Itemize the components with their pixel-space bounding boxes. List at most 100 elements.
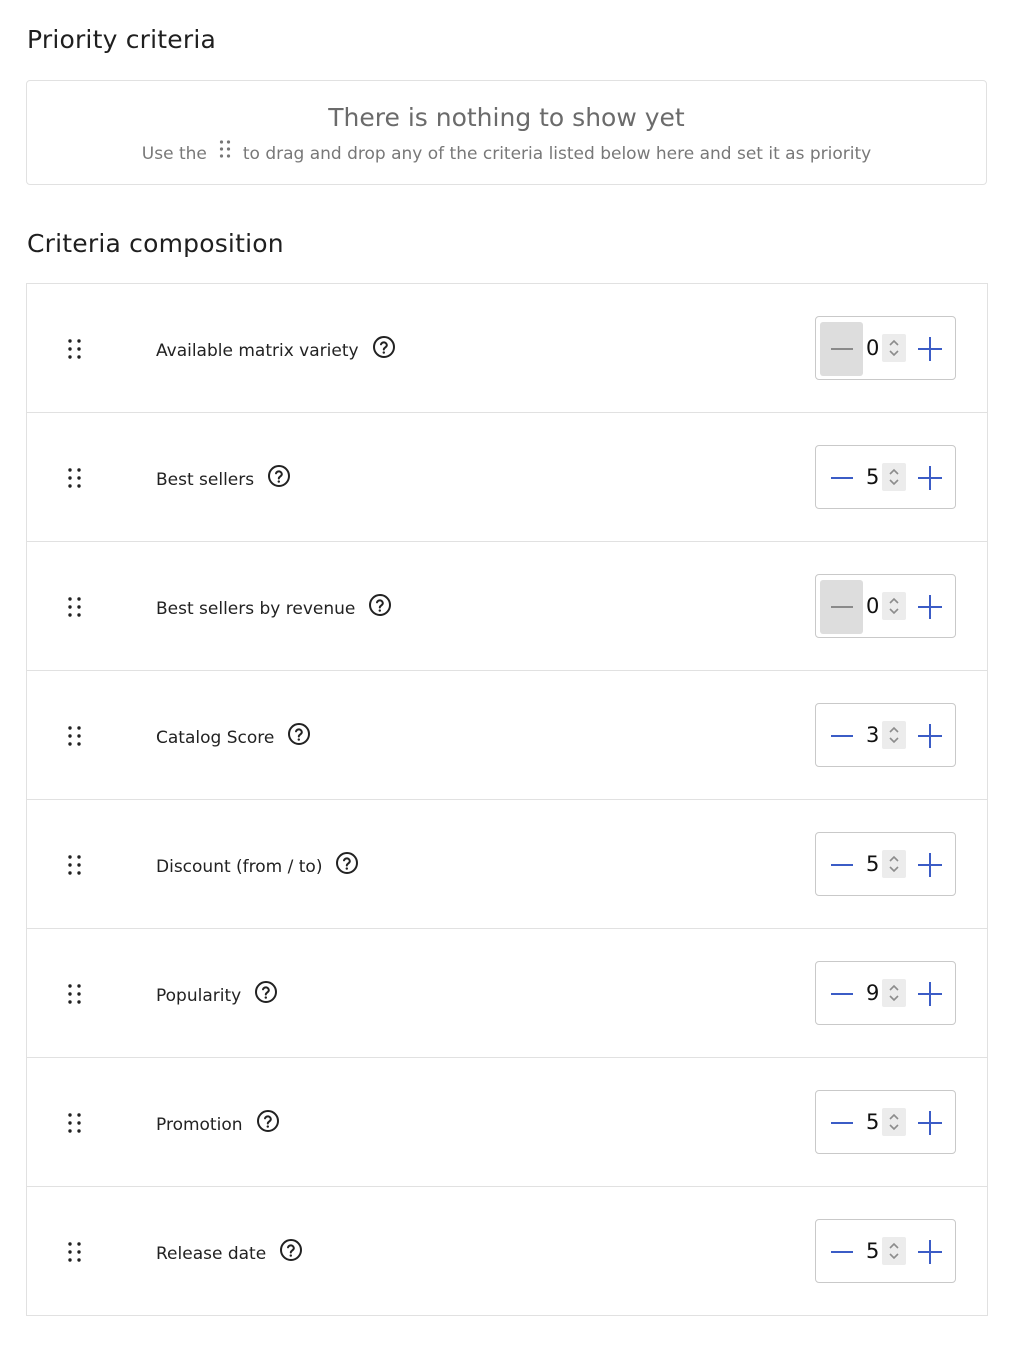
quantity-stepper: 5 bbox=[815, 832, 956, 896]
criteria-label-group: Discount (from / to) bbox=[156, 852, 359, 881]
criteria-label: Discount (from / to) bbox=[156, 856, 323, 877]
decrement-button[interactable] bbox=[820, 1225, 863, 1279]
question-circle-icon[interactable] bbox=[287, 722, 311, 751]
plus-icon bbox=[917, 1111, 942, 1135]
minus-icon bbox=[830, 1251, 853, 1253]
decrement-button[interactable] bbox=[820, 709, 863, 763]
criteria-label-group: Best sellers by revenue bbox=[156, 594, 392, 623]
stepper-value-input[interactable]: 0 bbox=[866, 594, 879, 618]
stepper-value-input[interactable]: 5 bbox=[866, 1239, 879, 1263]
criteria-row: Available matrix variety 0 bbox=[27, 284, 987, 413]
question-circle-icon[interactable] bbox=[372, 335, 396, 364]
priority-criteria-title: Priority criteria bbox=[27, 25, 217, 54]
quantity-stepper: 5 bbox=[815, 1219, 956, 1283]
drag-handle-icon[interactable] bbox=[65, 466, 85, 490]
spin-arrows-icon[interactable] bbox=[882, 979, 906, 1007]
criteria-label: Best sellers bbox=[156, 469, 255, 490]
drag-handle-icon[interactable] bbox=[65, 337, 85, 361]
question-circle-icon[interactable] bbox=[335, 851, 359, 880]
question-circle-icon[interactable] bbox=[267, 464, 291, 493]
stepper-value-input[interactable]: 3 bbox=[866, 723, 879, 747]
minus-icon bbox=[830, 348, 853, 350]
drag-handle-icon bbox=[219, 139, 231, 164]
plus-icon bbox=[917, 466, 942, 490]
question-circle-icon[interactable] bbox=[368, 593, 392, 622]
increment-button[interactable] bbox=[908, 709, 951, 763]
plus-icon bbox=[917, 1240, 942, 1264]
quantity-stepper: 0 bbox=[815, 316, 956, 380]
quantity-stepper: 5 bbox=[815, 1090, 956, 1154]
stepper-value-input[interactable]: 5 bbox=[866, 852, 879, 876]
decrement-button[interactable] bbox=[820, 1096, 863, 1150]
criteria-label: Best sellers by revenue bbox=[156, 598, 356, 619]
minus-icon bbox=[830, 1122, 853, 1124]
decrement-button[interactable] bbox=[820, 838, 863, 892]
criteria-label: Catalog Score bbox=[156, 727, 275, 748]
spin-arrows-icon[interactable] bbox=[882, 334, 906, 362]
spin-arrows-icon[interactable] bbox=[882, 721, 906, 749]
criteria-label: Available matrix variety bbox=[156, 340, 359, 361]
plus-icon bbox=[917, 724, 942, 748]
decrement-button[interactable] bbox=[820, 967, 863, 1021]
plus-icon bbox=[917, 595, 942, 619]
decrement-button[interactable] bbox=[820, 451, 863, 505]
criteria-label: Release date bbox=[156, 1243, 267, 1264]
quantity-stepper: 0 bbox=[815, 574, 956, 638]
minus-icon bbox=[830, 864, 853, 866]
drag-handle-icon[interactable] bbox=[65, 853, 85, 877]
stepper-value-input[interactable]: 0 bbox=[866, 336, 879, 360]
hint-suffix: to drag and drop any of the criteria lis… bbox=[242, 143, 872, 164]
criteria-label-group: Available matrix variety bbox=[156, 336, 396, 365]
quantity-stepper: 3 bbox=[815, 703, 956, 767]
decrement-button[interactable] bbox=[820, 322, 863, 376]
spin-arrows-icon[interactable] bbox=[882, 463, 906, 491]
plus-icon bbox=[917, 853, 942, 877]
criteria-label-group: Release date bbox=[156, 1239, 303, 1268]
empty-state-hint: Use the to drag and drop any of the crit… bbox=[27, 139, 986, 166]
hint-prefix: Use the bbox=[141, 143, 207, 164]
increment-button[interactable] bbox=[908, 322, 951, 376]
criteria-label-group: Popularity bbox=[156, 981, 278, 1010]
criteria-label-group: Best sellers bbox=[156, 465, 291, 494]
drag-handle-icon[interactable] bbox=[65, 1111, 85, 1135]
stepper-value-input[interactable]: 5 bbox=[866, 1110, 879, 1134]
criteria-list: Available matrix variety 0 Best sellers … bbox=[26, 283, 988, 1316]
spin-arrows-icon[interactable] bbox=[882, 592, 906, 620]
increment-button[interactable] bbox=[908, 838, 951, 892]
criteria-label: Popularity bbox=[156, 985, 242, 1006]
increment-button[interactable] bbox=[908, 1225, 951, 1279]
increment-button[interactable] bbox=[908, 580, 951, 634]
increment-button[interactable] bbox=[908, 1096, 951, 1150]
criteria-row: Best sellers by revenue 0 bbox=[27, 542, 987, 671]
minus-icon bbox=[830, 993, 853, 995]
increment-button[interactable] bbox=[908, 967, 951, 1021]
increment-button[interactable] bbox=[908, 451, 951, 505]
minus-icon bbox=[830, 735, 853, 737]
question-circle-icon[interactable] bbox=[254, 980, 278, 1009]
drag-handle-icon[interactable] bbox=[65, 982, 85, 1006]
minus-icon bbox=[830, 477, 853, 479]
empty-state-heading: There is nothing to show yet bbox=[328, 103, 685, 132]
drag-handle-icon[interactable] bbox=[65, 595, 85, 619]
stepper-value-input[interactable]: 5 bbox=[866, 465, 879, 489]
spin-arrows-icon[interactable] bbox=[882, 1108, 906, 1136]
question-circle-icon[interactable] bbox=[279, 1238, 303, 1267]
priority-drop-zone[interactable]: There is nothing to show yet Use the to … bbox=[26, 80, 987, 185]
spin-arrows-icon[interactable] bbox=[882, 850, 906, 878]
drag-handle-icon[interactable] bbox=[65, 724, 85, 748]
spin-arrows-icon[interactable] bbox=[882, 1237, 906, 1265]
criteria-row: Promotion 5 bbox=[27, 1058, 987, 1187]
quantity-stepper: 5 bbox=[815, 445, 956, 509]
minus-icon bbox=[830, 606, 853, 608]
stepper-value-input[interactable]: 9 bbox=[866, 981, 879, 1005]
plus-icon bbox=[917, 337, 942, 361]
criteria-composition-title: Criteria composition bbox=[27, 229, 284, 258]
drag-handle-icon[interactable] bbox=[65, 1240, 85, 1264]
criteria-row: Best sellers 5 bbox=[27, 413, 987, 542]
criteria-label-group: Promotion bbox=[156, 1110, 280, 1139]
decrement-button[interactable] bbox=[820, 580, 863, 634]
criteria-row: Release date 5 bbox=[27, 1187, 987, 1316]
quantity-stepper: 9 bbox=[815, 961, 956, 1025]
plus-icon bbox=[917, 982, 942, 1006]
question-circle-icon[interactable] bbox=[256, 1109, 280, 1138]
